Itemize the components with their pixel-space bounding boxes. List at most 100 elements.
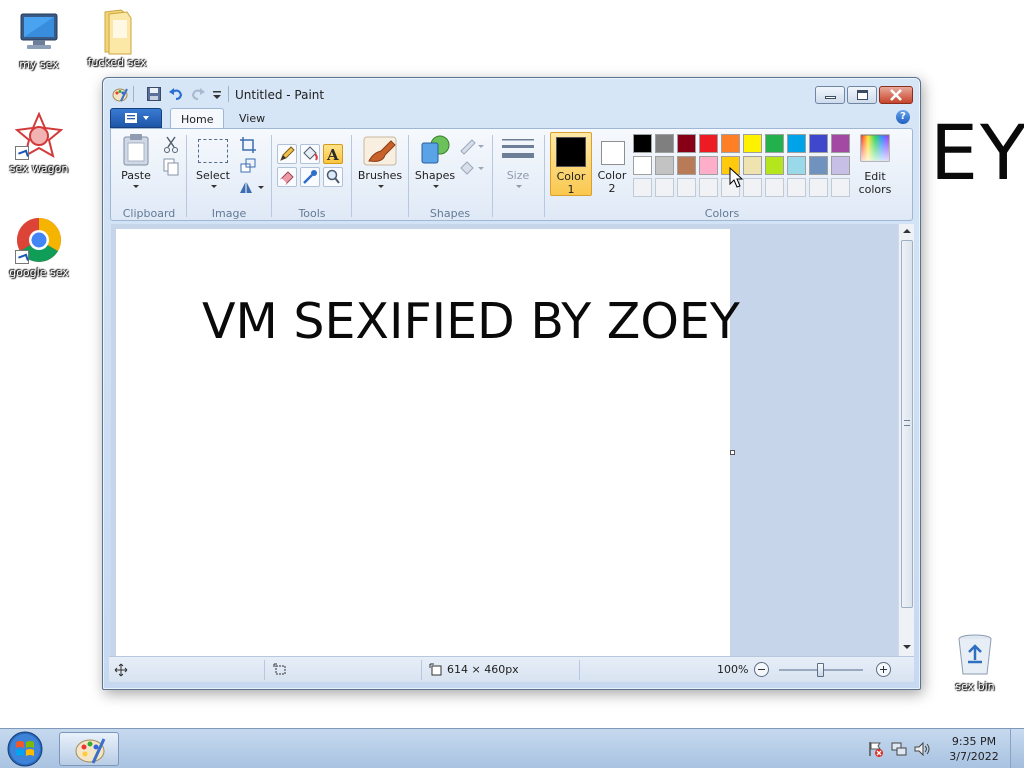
desktop-icon-label: google sex	[9, 266, 69, 279]
palette-swatch[interactable]	[655, 134, 674, 153]
taskbar-paint-button[interactable]	[59, 732, 119, 766]
palette-swatch[interactable]	[809, 134, 828, 153]
palette-swatch[interactable]	[765, 156, 784, 175]
tab-home[interactable]: Home	[170, 108, 225, 130]
group-separator	[271, 135, 272, 217]
palette-swatch[interactable]	[699, 156, 718, 175]
show-desktop-button[interactable]	[1010, 729, 1024, 768]
crop-icon[interactable]	[238, 135, 258, 155]
brush-icon	[363, 136, 397, 166]
scroll-up-icon[interactable]	[903, 229, 911, 233]
zoom-in-button[interactable]	[876, 662, 891, 677]
status-separator	[264, 660, 265, 680]
rotate-icon[interactable]	[238, 177, 266, 197]
minimize-icon	[825, 96, 836, 99]
outline-icon[interactable]	[458, 137, 486, 157]
group-label-shapes: Shapes	[429, 207, 471, 220]
resize-icon[interactable]	[238, 156, 258, 176]
palette-swatch[interactable]	[787, 134, 806, 153]
desktop-icon-my-computer[interactable]: my sex	[0, 8, 78, 71]
custom-color-slot[interactable]	[743, 178, 762, 197]
color-picker-icon[interactable]	[300, 167, 320, 187]
fill-tool-icon[interactable]	[300, 144, 320, 164]
brushes-button[interactable]: Brushes	[355, 133, 405, 195]
custom-color-slot[interactable]	[677, 178, 696, 197]
customize-quick-access-icon[interactable]	[211, 86, 227, 102]
window-title: Untitled - Paint	[235, 88, 325, 102]
network-icon[interactable]	[890, 740, 908, 758]
fill-icon[interactable]	[458, 159, 486, 179]
canvas-dimensions: 614 × 460px	[447, 663, 519, 676]
paint-menu-button[interactable]	[110, 108, 162, 128]
taskbar-clock[interactable]: 9:35 PM 3/7/2022	[944, 734, 1004, 764]
desktop-icon-recycle-bin[interactable]: sex bin	[936, 630, 1014, 693]
dropdown-arrow-icon	[433, 185, 439, 188]
vertical-scrollbar[interactable]	[898, 224, 914, 656]
close-button[interactable]	[879, 86, 913, 104]
redo-icon[interactable]	[190, 86, 206, 102]
cut-icon[interactable]	[161, 135, 181, 155]
palette-swatch[interactable]	[831, 134, 850, 153]
paste-button[interactable]: Paste	[117, 133, 155, 195]
pencil-tool-icon[interactable]	[277, 144, 297, 164]
scroll-down-icon[interactable]	[903, 645, 911, 649]
zoom-out-button[interactable]	[754, 662, 769, 677]
chrome-icon	[15, 216, 63, 264]
canvas-resize-handle[interactable]	[730, 450, 735, 455]
title-separator	[228, 86, 229, 102]
color1-button[interactable]: Color 1	[550, 132, 592, 196]
minimize-button[interactable]	[815, 86, 845, 104]
palette-swatch[interactable]	[743, 134, 762, 153]
palette-swatch[interactable]	[655, 156, 674, 175]
zoom-slider[interactable]	[779, 663, 863, 677]
color2-button[interactable]: Color 2	[593, 132, 631, 196]
custom-color-slot[interactable]	[787, 178, 806, 197]
palette-swatch[interactable]	[699, 134, 718, 153]
eraser-tool-icon[interactable]	[277, 167, 297, 187]
desktop-icon-sex-wagon[interactable]: sex wagon	[0, 111, 78, 175]
custom-color-slot[interactable]	[655, 178, 674, 197]
magnifier-icon[interactable]	[323, 167, 343, 187]
custom-color-slot[interactable]	[699, 178, 718, 197]
scrollbar-thumb[interactable]	[901, 240, 913, 608]
size-button[interactable]: Size	[498, 133, 538, 195]
text-tool-icon[interactable]: A	[323, 144, 343, 164]
desktop-icon-google-chrome[interactable]: google sex	[0, 216, 78, 279]
action-center-flag-icon[interactable]	[866, 740, 884, 758]
drawing-canvas[interactable]: VM SEXIFIED BY ZOEY	[116, 229, 740, 656]
volume-icon[interactable]	[913, 740, 931, 758]
clock-date: 3/7/2022	[949, 750, 999, 763]
menu-icon	[125, 113, 149, 123]
palette-swatch[interactable]	[765, 134, 784, 153]
zoom-slider-thumb[interactable]	[817, 663, 824, 677]
help-icon[interactable]: ?	[896, 110, 910, 124]
copy-icon[interactable]	[161, 157, 181, 177]
palette-swatch[interactable]	[677, 156, 696, 175]
save-icon[interactable]	[146, 86, 162, 102]
palette-swatch[interactable]	[633, 156, 652, 175]
palette-swatch[interactable]	[721, 134, 740, 153]
select-button[interactable]: Select	[193, 133, 233, 195]
palette-swatch[interactable]	[633, 134, 652, 153]
tab-view[interactable]: View	[229, 108, 275, 130]
custom-color-slot[interactable]	[633, 178, 652, 197]
desktop-icon-folder[interactable]: fucked sex	[78, 6, 156, 69]
paint-app-icon	[75, 738, 106, 764]
palette-swatch[interactable]	[743, 156, 762, 175]
maximize-button[interactable]	[847, 86, 877, 104]
paint-app-icon[interactable]	[112, 86, 128, 102]
custom-color-slot[interactable]	[765, 178, 784, 197]
palette-swatch[interactable]	[787, 156, 806, 175]
shapes-button[interactable]: Shapes	[412, 133, 458, 195]
shapes-icon	[421, 135, 450, 164]
palette-swatch[interactable]	[809, 156, 828, 175]
plus-icon-vertical	[883, 666, 884, 673]
start-button[interactable]	[4, 731, 46, 767]
custom-color-slot[interactable]	[831, 178, 850, 197]
palette-swatch[interactable]	[677, 134, 696, 153]
desktop-icon-label: sex wagon	[9, 162, 69, 175]
edit-colors-button[interactable]: Edit colors	[855, 133, 895, 196]
palette-swatch[interactable]	[831, 156, 850, 175]
undo-icon[interactable]	[168, 86, 184, 102]
custom-color-slot[interactable]	[809, 178, 828, 197]
